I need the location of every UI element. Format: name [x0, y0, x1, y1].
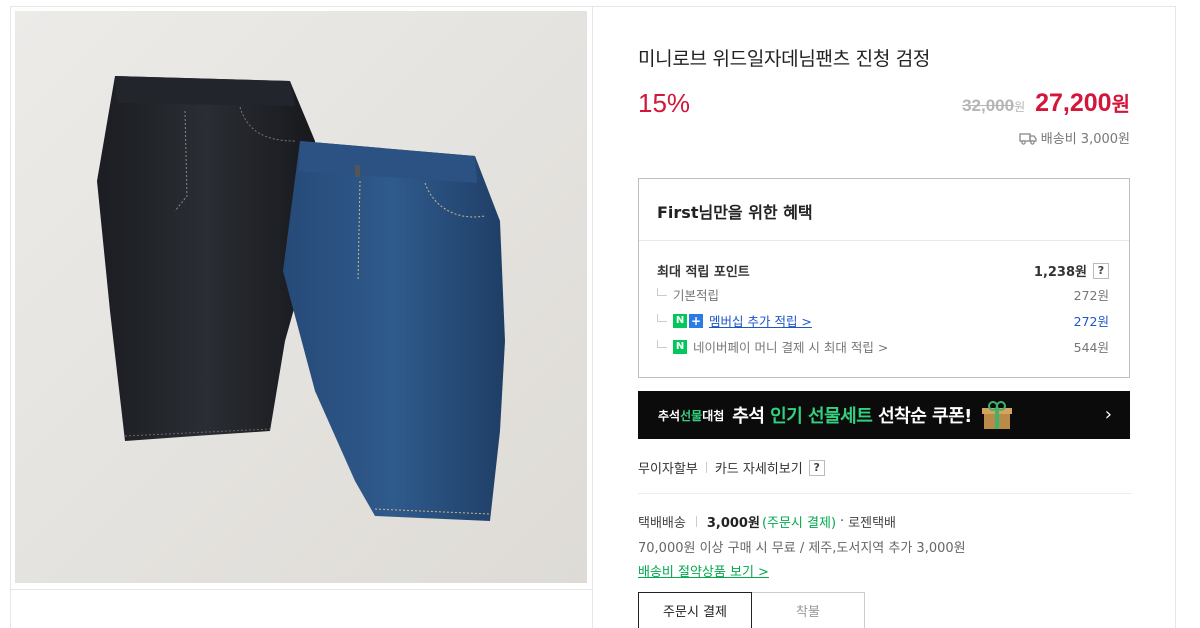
original-price: 32,000	[962, 96, 1015, 115]
max-points-value: 1,238원	[1033, 265, 1087, 280]
branch-line	[657, 313, 667, 322]
npay-points-link[interactable]: 네이버페이 머니 결제 시 최대 적립 >	[693, 337, 888, 356]
help-icon[interactable]: ?	[1093, 262, 1109, 279]
product-title: 미니로브 위드일자데님팬츠 진청 검정	[638, 48, 931, 70]
product-image[interactable]	[15, 11, 587, 583]
naver-pay-icon: N	[673, 339, 687, 354]
plus-icon: +	[689, 313, 703, 328]
installment-label[interactable]: 무이자할부	[638, 458, 698, 477]
section-divider	[638, 493, 1132, 494]
delivery-fee: 3,000원	[706, 516, 760, 531]
gift-icon	[981, 401, 1012, 429]
separator	[705, 462, 707, 473]
max-points-label: 최대 적립 포인트	[657, 265, 750, 280]
tab-cash-on-delivery[interactable]: 착불	[751, 592, 865, 628]
shipping-save-link[interactable]: 배송비 절약상품 보기 >	[638, 561, 769, 580]
points-label: 기본적립	[673, 288, 720, 303]
pay-when: (주문시 결제)	[761, 516, 837, 531]
truck-icon	[1019, 132, 1037, 145]
membership-points-link[interactable]: 멤버십 추가 적립 >	[709, 311, 812, 330]
points-value: 272원	[1073, 314, 1109, 329]
price-block: 32,000 원 27,200 원	[962, 88, 1130, 118]
max-points-row: 최대 적립 포인트 1,238원 ?	[657, 261, 1109, 280]
points-row-basic: 기본적립 272원	[657, 285, 1109, 304]
promo-banner[interactable]: 추석선물대첩 추석 인기 선물세트 선착순 쿠폰! ›	[638, 391, 1130, 439]
points-value: 544원	[1073, 340, 1109, 355]
benefit-box: First님만을 위한 혜택 최대 적립 포인트 1,238원 ? 기본적립 2…	[638, 178, 1130, 378]
chevron-right-icon: ›	[1104, 404, 1112, 425]
banner-tag: 추석선물대첩	[658, 408, 725, 423]
discount-rate: 15%	[638, 88, 691, 118]
tab-pay-on-order[interactable]: 주문시 결제	[638, 592, 752, 628]
banner-text: 추석 인기 선물세트 선착순 쿠폰!	[732, 406, 972, 427]
column-divider	[592, 6, 593, 628]
delivery-row: 택배배송 3,000원 (주문시 결제) · 로젠택배	[638, 512, 896, 531]
points-row-membership[interactable]: N + 멤버십 추가 적립 > 272원	[657, 311, 1109, 330]
dot-separator: ·	[840, 514, 845, 529]
points-value: 272원	[1073, 288, 1109, 303]
original-price-unit: 원	[1014, 100, 1026, 114]
shipping-fee-label: 배송비 3,000원	[1040, 132, 1130, 147]
benefit-divider	[639, 240, 1129, 241]
help-icon[interactable]: ?	[808, 459, 825, 476]
branch-line	[657, 339, 667, 348]
payment-tabs: 주문시 결제 착불	[638, 592, 865, 628]
sale-price: 27,200	[1035, 89, 1112, 117]
jeans-illustration	[15, 11, 587, 583]
shipping-summary: 배송비 3,000원	[1019, 128, 1130, 147]
points-row-npay[interactable]: N 네이버페이 머니 결제 시 최대 적립 > 544원	[657, 337, 1109, 356]
branch-line	[657, 287, 667, 296]
delivery-method: 택배배송	[638, 516, 686, 531]
sale-price-unit: 원	[1111, 92, 1130, 116]
benefit-title: First님만을 위한 혜택	[657, 203, 813, 222]
photo-divider	[10, 589, 592, 590]
card-detail-link[interactable]: 카드 자세히보기	[715, 458, 803, 477]
installment-row: 무이자할부 카드 자세히보기 ?	[638, 458, 825, 477]
carrier: 로젠택배	[848, 516, 896, 531]
delivery-condition: 70,000원 이상 구매 시 무료 / 제주,도서지역 추가 3,000원	[638, 541, 966, 556]
naver-n-icon: N	[673, 313, 687, 328]
separator	[695, 516, 697, 527]
